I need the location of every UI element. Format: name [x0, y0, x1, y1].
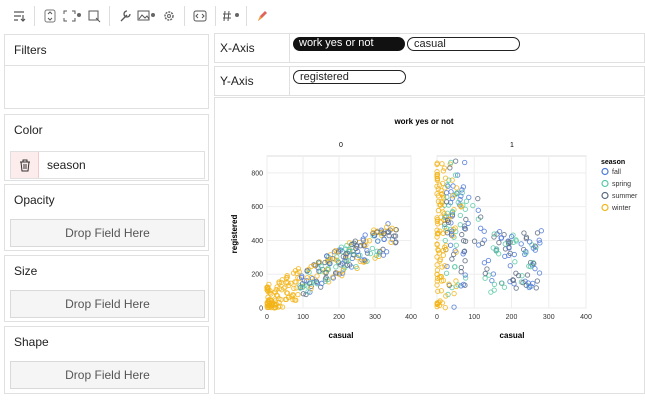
- x-tick-label: 300: [543, 314, 555, 321]
- facet-label-1: 1: [510, 142, 514, 149]
- x-tick-label: 200: [333, 314, 345, 321]
- legend-symbol-spring: [601, 179, 609, 188]
- size-panel: Size Drop Field Here: [4, 255, 209, 322]
- x-tick-label: 200: [506, 314, 518, 321]
- y-axis-label: Y-Axis: [220, 74, 254, 88]
- chart-title: work yes or not: [393, 117, 453, 126]
- y-tick-label: 800: [251, 170, 263, 177]
- legend-label-winter: winter: [611, 205, 631, 212]
- size-drop-zone[interactable]: Drop Field Here: [10, 290, 205, 318]
- y-axis-title: registered: [230, 215, 239, 254]
- shape-panel: Shape Drop Field Here: [4, 326, 209, 394]
- x-tick-label: 0: [265, 314, 269, 321]
- color-field-label: season: [47, 158, 86, 172]
- sort-icon[interactable]: [8, 5, 30, 27]
- x-axis-title-0: casual: [329, 331, 354, 340]
- legend-symbol-summer: [601, 191, 609, 200]
- x-tick-label: 300: [369, 314, 381, 321]
- hash-icon[interactable]: [220, 5, 242, 27]
- toolbar-divider: [109, 6, 110, 26]
- toolbar-divider: [215, 6, 216, 26]
- opacity-panel: Opacity Drop Field Here: [4, 184, 209, 251]
- chart-panel: work yes or not 0 1 casual casual regist…: [214, 97, 645, 394]
- color-title: Color: [14, 123, 43, 137]
- divider: [289, 67, 290, 95]
- x-axis-title-1: casual: [500, 331, 525, 340]
- y-axis-row: Y-Axis registered: [214, 66, 645, 96]
- toolbar-divider: [246, 6, 247, 26]
- legend-symbol-winter: [601, 203, 609, 212]
- legend-title: season: [601, 159, 625, 166]
- x-axis-row: X-Axis work yes or not casual: [214, 33, 645, 63]
- filters-panel: Filters: [4, 34, 209, 109]
- legend-symbol-fall: [601, 167, 609, 176]
- image-icon[interactable]: [136, 5, 158, 27]
- filters-title: Filters: [14, 43, 47, 57]
- scatter-chart: work yes or not 0 1 casual casual regist…: [230, 117, 638, 340]
- x-tick-label: 100: [468, 314, 480, 321]
- facet-label-0: 0: [339, 142, 343, 149]
- size-title: Size: [14, 264, 38, 278]
- opacity-drop-zone[interactable]: Drop Field Here: [10, 219, 205, 247]
- legend-label-summer: summer: [612, 193, 638, 200]
- toolbar-divider: [184, 6, 185, 26]
- x-axis-label: X-Axis: [220, 41, 255, 55]
- color-panel: Color season: [4, 114, 209, 181]
- trash-icon[interactable]: [11, 152, 39, 178]
- gear-icon[interactable]: [158, 5, 180, 27]
- x-tick-label: 400: [405, 314, 417, 321]
- code-icon[interactable]: [189, 5, 211, 27]
- x-tick-label: 100: [297, 314, 309, 321]
- shape-drop-zone[interactable]: Drop Field Here: [10, 361, 205, 389]
- color-field-chip[interactable]: season: [10, 151, 205, 179]
- x-tick-label: 0: [435, 314, 439, 321]
- color-icon[interactable]: [251, 5, 273, 27]
- toolbar-divider: [34, 6, 35, 26]
- legend-label-fall: fall: [612, 169, 621, 176]
- wrench-icon[interactable]: [114, 5, 136, 27]
- y-tick-label: 600: [251, 204, 263, 211]
- opacity-title: Opacity: [14, 193, 55, 207]
- y-tick-label: 400: [251, 238, 263, 245]
- encoding-panel: Filters Color season Opacity Drop Field …: [4, 34, 211, 394]
- chevron-updown-icon[interactable]: [39, 5, 61, 27]
- divider: [5, 65, 208, 66]
- toolbar: [0, 0, 645, 32]
- x-axis-field-pill[interactable]: work yes or not: [293, 37, 405, 51]
- expand-icon[interactable]: [61, 5, 83, 27]
- brush-icon[interactable]: [83, 5, 105, 27]
- y-tick-label: 200: [251, 272, 263, 279]
- divider: [289, 34, 290, 62]
- shape-title: Shape: [14, 335, 49, 349]
- x-tick-label: 400: [580, 314, 592, 321]
- legend-label-spring: spring: [612, 181, 631, 188]
- y-axis-field-pill[interactable]: registered: [293, 70, 406, 84]
- x-axis-field-pill[interactable]: casual: [407, 37, 520, 51]
- y-tick-label: 0: [259, 306, 263, 313]
